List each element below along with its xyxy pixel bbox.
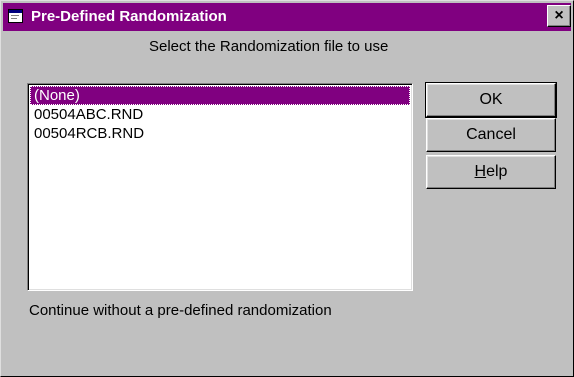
help-label-rest: elp — [486, 163, 508, 180]
selection-description: Continue without a pre-defined randomiza… — [29, 302, 332, 319]
randomization-file-list[interactable]: (None) 00504ABC.RND 00504RCB.RND — [27, 83, 413, 291]
help-button[interactable]: Help — [426, 155, 556, 189]
dialog-window: Pre-Defined Randomization × Select the R… — [0, 0, 574, 377]
cancel-button[interactable]: Cancel — [426, 118, 556, 152]
close-icon: × — [554, 7, 564, 24]
dialog-window-icon — [8, 9, 24, 24]
title-bar[interactable]: Pre-Defined Randomization × — [3, 3, 571, 31]
list-item-00504rcb[interactable]: 00504RCB.RND — [30, 124, 410, 143]
close-button[interactable]: × — [547, 5, 571, 27]
help-mnemonic: H — [474, 163, 487, 180]
list-item-none[interactable]: (None) — [30, 86, 410, 105]
instruction-label: Select the Randomization file to use — [149, 38, 389, 55]
ok-button[interactable]: OK — [425, 82, 557, 118]
list-item-00504abc[interactable]: 00504ABC.RND — [30, 105, 410, 124]
window-title: Pre-Defined Randomization — [31, 8, 227, 25]
